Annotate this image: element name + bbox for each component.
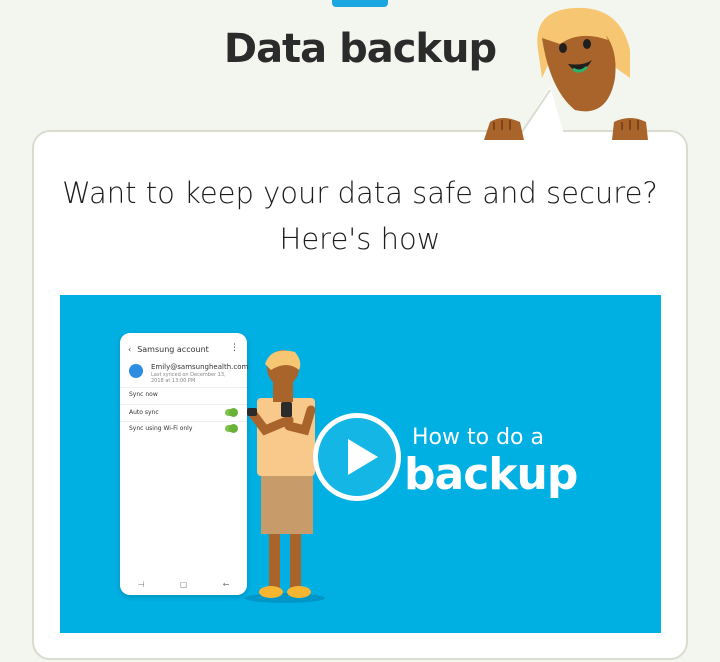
last-synced-text: Last synced on December 13, 2018 at 13:0… xyxy=(151,372,226,384)
more-vertical-icon: ⋮ xyxy=(230,343,239,353)
subtitle-line-1: Want to keep your data safe and secure? xyxy=(62,176,658,210)
auto-sync-toggle xyxy=(225,408,238,417)
wifi-only-row: Sync using Wi-Fi only xyxy=(129,425,193,432)
video-caption-line-1: How to do a xyxy=(412,425,544,450)
subtitle-line-2: Here's how xyxy=(279,222,441,256)
phone-header-title: Samsung account xyxy=(137,345,209,354)
play-button[interactable] xyxy=(313,413,401,501)
play-icon xyxy=(348,439,378,475)
phone-divider xyxy=(120,404,247,405)
video-player[interactable]: ‹ Samsung account ⋮ Emily@samsunghealth.c… xyxy=(60,295,661,633)
auto-sync-row: Auto sync xyxy=(129,409,159,416)
phone-divider xyxy=(120,421,247,422)
home-icon: ▢ xyxy=(179,580,188,589)
account-email: Emily@samsunghealth.com xyxy=(151,363,249,371)
video-caption-line-2: backup xyxy=(404,449,578,500)
top-accent-tab xyxy=(332,0,388,7)
account-icon xyxy=(129,364,143,378)
sync-now-row: Sync now xyxy=(129,391,158,398)
recent-apps-icon: ⊣ xyxy=(137,580,145,589)
wifi-only-toggle xyxy=(225,424,238,433)
phone-nav-bar: ⊣ ▢ ← xyxy=(120,580,247,589)
back-arrow-icon: ‹ xyxy=(128,345,132,354)
back-icon: ← xyxy=(222,580,230,589)
mascot-illustration xyxy=(484,7,648,140)
phone-mockup: ‹ Samsung account ⋮ Emily@samsunghealth.c… xyxy=(120,333,249,595)
card-subtitle: Want to keep your data safe and secure? … xyxy=(32,170,688,262)
phone-header: ‹ Samsung account xyxy=(128,345,209,354)
phone-divider xyxy=(120,387,247,388)
